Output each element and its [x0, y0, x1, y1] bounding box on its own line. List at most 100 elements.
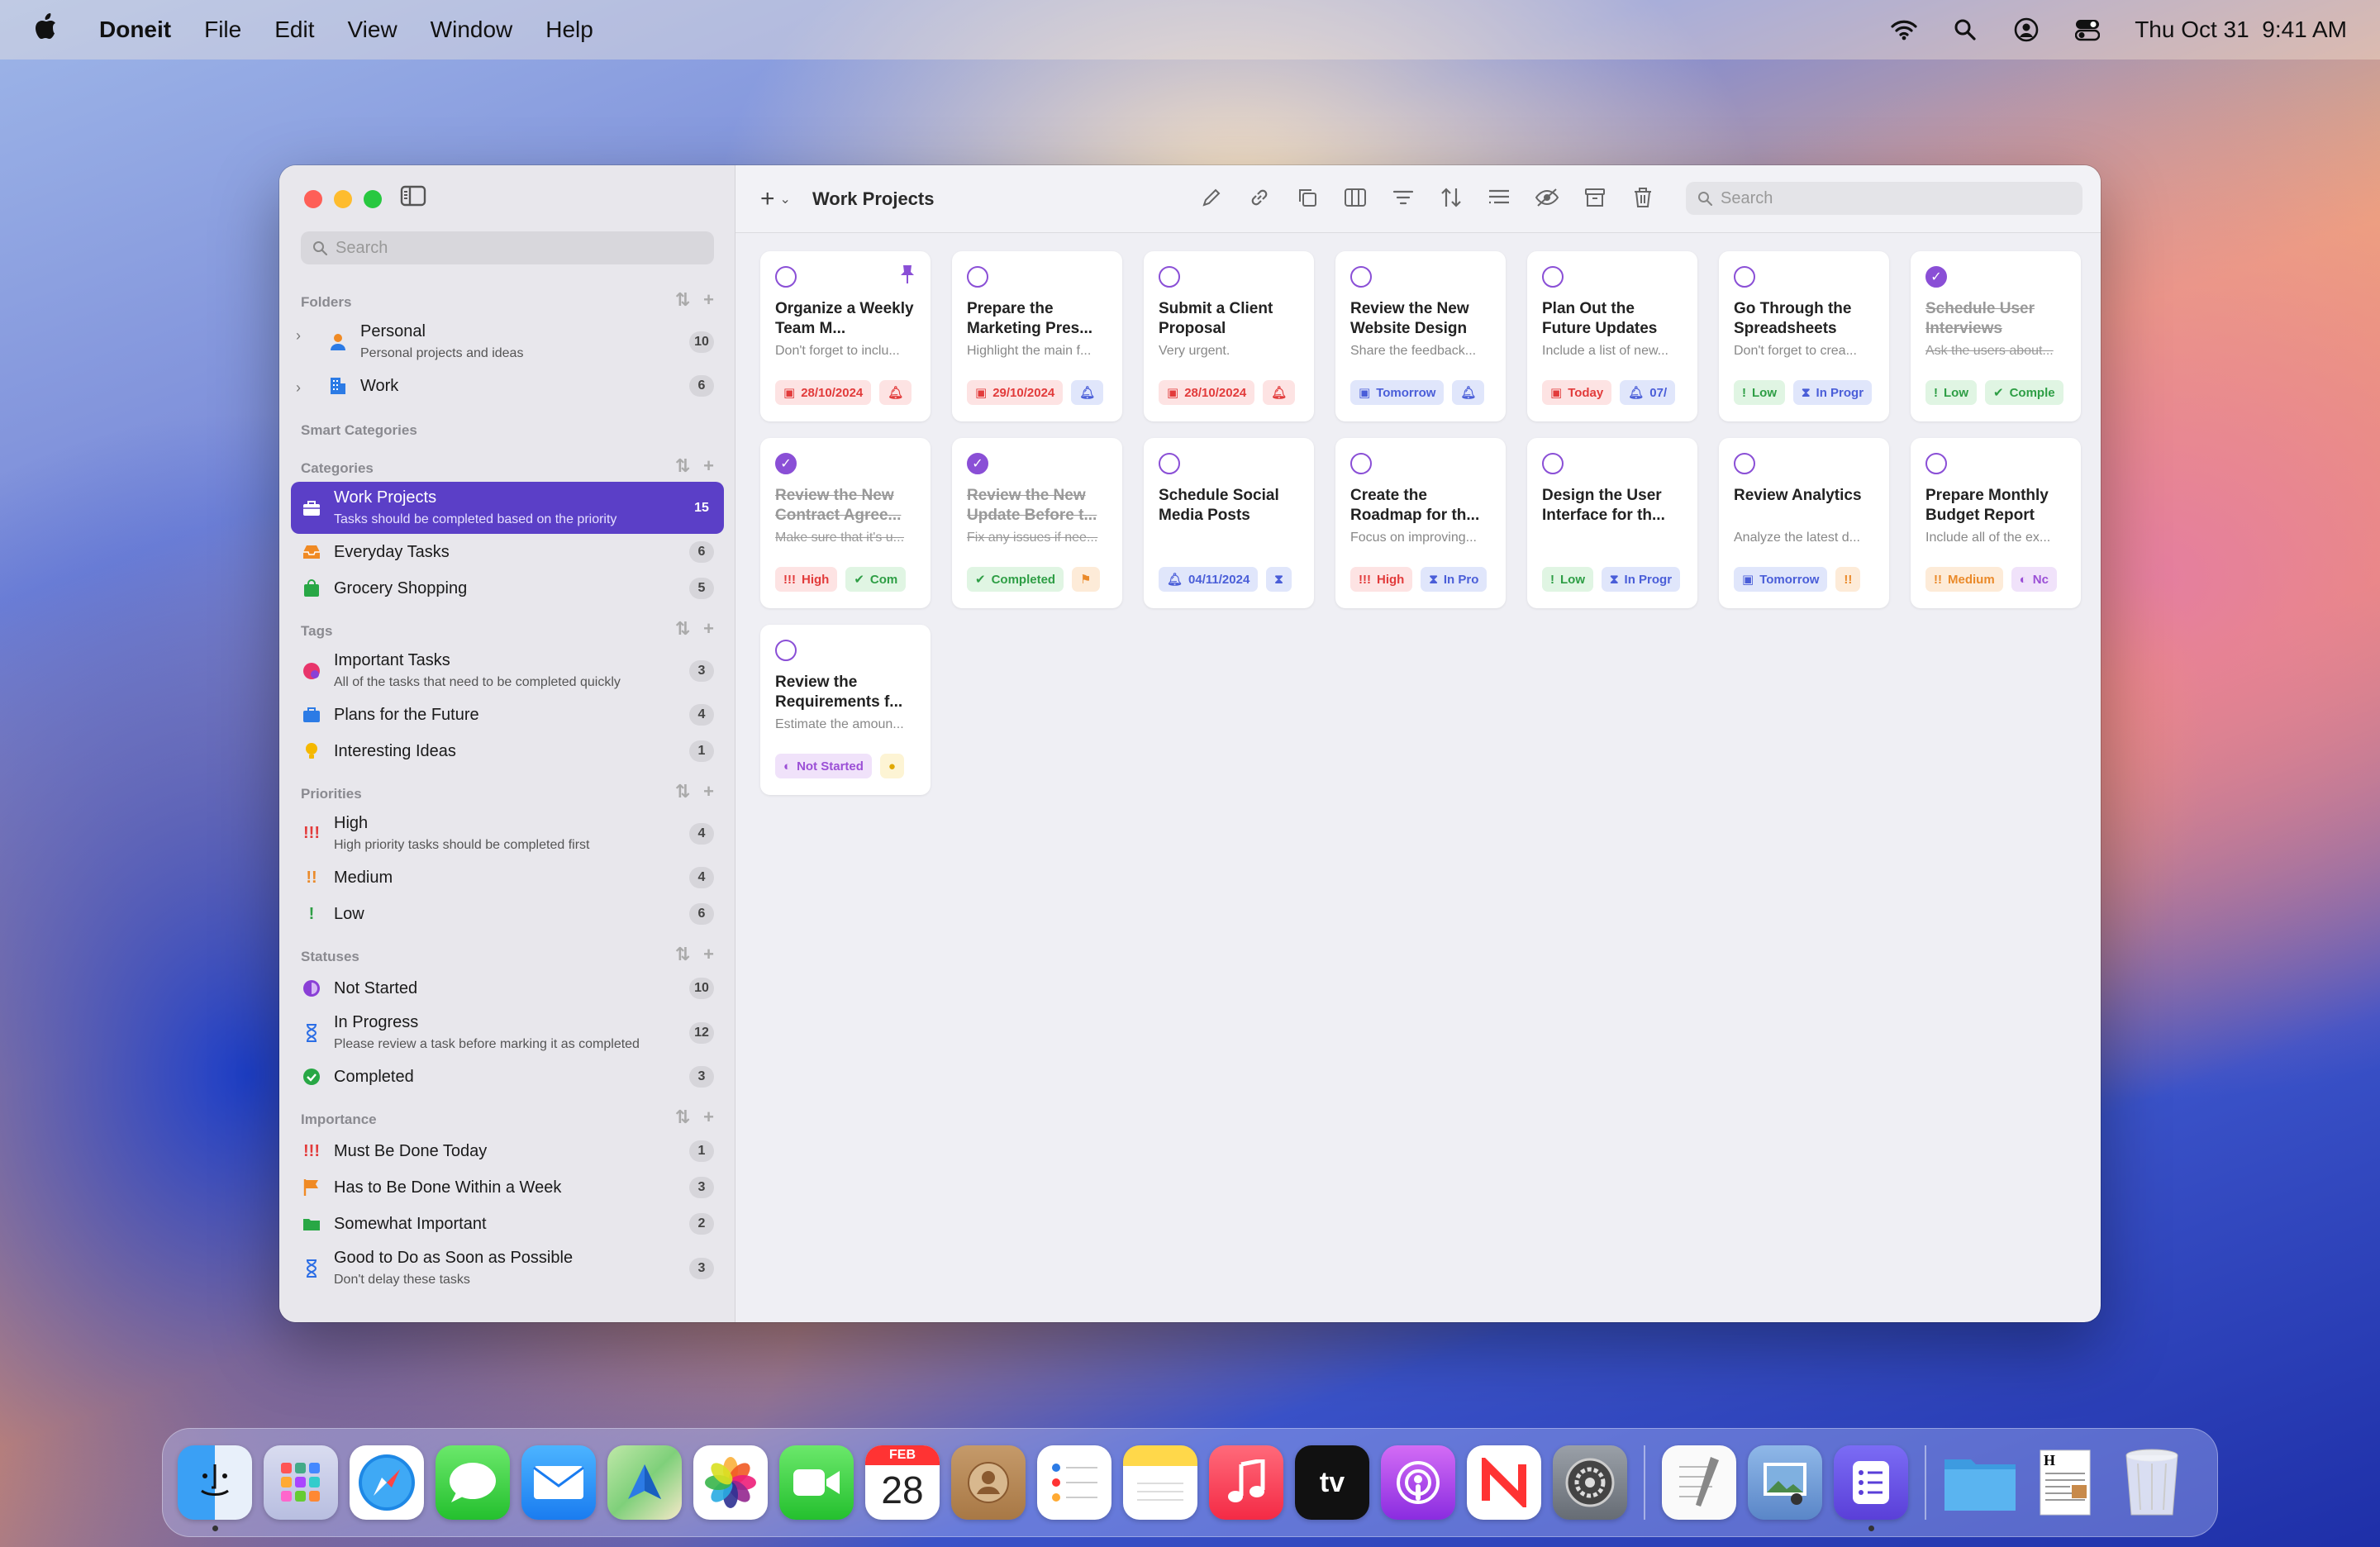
- news-icon[interactable]: [1467, 1445, 1541, 1520]
- importance-item-must-be-done-today[interactable]: !!! Must Be Done Today 1: [291, 1133, 724, 1169]
- priority-item-high[interactable]: !!! High High priority tasks should be co…: [291, 807, 724, 859]
- chevron-down-icon[interactable]: ⌄: [780, 191, 791, 207]
- control-center-icon[interactable]: [2073, 16, 2102, 44]
- task-checkbox[interactable]: [1542, 453, 1564, 474]
- importance-item-within-a-week[interactable]: Has to Be Done Within a Week 3: [291, 1169, 724, 1206]
- task-card[interactable]: Review the New Website Design Share the …: [1335, 251, 1506, 421]
- preview-icon[interactable]: [1748, 1445, 1822, 1520]
- safari-icon[interactable]: [350, 1445, 424, 1520]
- trash-bin-icon[interactable]: [2115, 1445, 2189, 1520]
- task-checkbox[interactable]: [775, 640, 797, 661]
- document-stack-icon[interactable]: H: [2029, 1445, 2103, 1520]
- sidebar-toggle-icon[interactable]: [400, 185, 426, 208]
- task-checkbox[interactable]: [1542, 266, 1564, 288]
- contacts-icon[interactable]: [951, 1445, 1026, 1520]
- trash-icon[interactable]: [1630, 183, 1656, 212]
- sort-icon[interactable]: ⇅: [675, 455, 690, 477]
- launchpad-icon[interactable]: [264, 1445, 338, 1520]
- menu-window[interactable]: Window: [431, 17, 513, 43]
- task-card[interactable]: Submit a Client Proposal Very urgent. ▣ 2…: [1144, 251, 1314, 421]
- podcasts-icon[interactable]: [1381, 1445, 1455, 1520]
- mail-icon[interactable]: [521, 1445, 596, 1520]
- priority-item-low[interactable]: ! Low 6: [291, 896, 724, 932]
- task-checkbox[interactable]: [1350, 453, 1372, 474]
- add-icon[interactable]: +: [703, 944, 714, 965]
- doneit-app-icon[interactable]: [1834, 1445, 1908, 1531]
- task-card[interactable]: Organize a Weekly Team M... Don't forget…: [760, 251, 931, 421]
- task-card[interactable]: Review the Requirements f... Estimate th…: [760, 625, 931, 795]
- category-item-grocery-shopping[interactable]: Grocery Shopping 5: [291, 570, 724, 607]
- textedit-icon[interactable]: [1662, 1445, 1736, 1520]
- sort-icon[interactable]: [1438, 183, 1464, 212]
- task-card[interactable]: Create the Roadmap for th... Focus on im…: [1335, 438, 1506, 608]
- sort-icon[interactable]: ⇅: [675, 1107, 690, 1128]
- task-checkbox[interactable]: [1159, 453, 1180, 474]
- duplicate-icon[interactable]: [1294, 183, 1321, 212]
- spotlight-search-icon[interactable]: [1951, 16, 1979, 44]
- zoom-window-button[interactable]: [364, 190, 382, 208]
- task-checkbox-checked[interactable]: ✓: [775, 453, 797, 474]
- add-icon[interactable]: +: [703, 618, 714, 640]
- add-icon[interactable]: +: [703, 455, 714, 477]
- task-checkbox[interactable]: [1925, 453, 1947, 474]
- menu-app-name[interactable]: Doneit: [99, 17, 171, 43]
- task-card[interactable]: Design the User Interface for th... ! Low…: [1527, 438, 1697, 608]
- group-icon[interactable]: [1486, 183, 1512, 212]
- wifi-icon[interactable]: [1890, 16, 1918, 44]
- filter-icon[interactable]: [1390, 183, 1416, 212]
- sort-icon[interactable]: ⇅: [675, 944, 690, 965]
- link-icon[interactable]: [1246, 183, 1273, 212]
- menu-file[interactable]: File: [204, 17, 241, 43]
- user-account-icon[interactable]: [2012, 16, 2040, 44]
- archive-icon[interactable]: [1582, 183, 1608, 212]
- folder-item-work[interactable]: › Work 6: [291, 368, 724, 404]
- task-card[interactable]: Go Through the Spreadsheets Don't forget…: [1719, 251, 1889, 421]
- apple-tv-icon[interactable]: tv: [1295, 1445, 1369, 1520]
- task-card[interactable]: Plan Out the Future Updates Include a li…: [1527, 251, 1697, 421]
- downloads-folder-icon[interactable]: [1943, 1445, 2017, 1520]
- sort-icon[interactable]: ⇅: [675, 781, 690, 802]
- tag-item-interesting-ideas[interactable]: Interesting Ideas 1: [291, 733, 724, 769]
- status-item-in-progress[interactable]: In Progress Please review a task before m…: [291, 1007, 724, 1059]
- add-task-icon[interactable]: +: [760, 185, 775, 213]
- apple-menu-icon[interactable]: [33, 12, 58, 48]
- folder-item-personal[interactable]: › Personal Personal projects and ideas 10: [291, 316, 724, 368]
- task-checkbox[interactable]: [967, 266, 988, 288]
- close-window-button[interactable]: [304, 190, 322, 208]
- add-icon[interactable]: +: [703, 781, 714, 802]
- finder-icon[interactable]: [178, 1445, 252, 1531]
- sort-icon[interactable]: ⇅: [675, 289, 690, 311]
- task-card[interactable]: Prepare Monthly Budget Report Include al…: [1911, 438, 2081, 608]
- status-item-completed[interactable]: Completed 3: [291, 1059, 724, 1095]
- priority-item-medium[interactable]: !! Medium 4: [291, 859, 724, 896]
- task-checkbox-checked[interactable]: ✓: [1925, 266, 1947, 288]
- menu-clock[interactable]: Thu Oct 31 9:41 AM: [2135, 17, 2347, 43]
- task-checkbox-checked[interactable]: ✓: [967, 453, 988, 474]
- chevron-right-icon[interactable]: ›: [296, 327, 301, 345]
- task-checkbox[interactable]: [1159, 266, 1180, 288]
- task-checkbox[interactable]: [1734, 453, 1755, 474]
- task-card[interactable]: Review Analytics Analyze the latest d...…: [1719, 438, 1889, 608]
- sidebar-search-field[interactable]: Search: [301, 231, 714, 264]
- calendar-icon[interactable]: FEB 28: [865, 1445, 940, 1520]
- main-search-field[interactable]: Search: [1686, 182, 2082, 215]
- system-settings-icon[interactable]: [1553, 1445, 1627, 1520]
- menu-view[interactable]: View: [347, 17, 397, 43]
- music-icon[interactable]: [1209, 1445, 1283, 1520]
- maps-icon[interactable]: [607, 1445, 682, 1520]
- importance-item-soon-as-possible[interactable]: Good to Do as Soon as Possible Don't dela…: [291, 1242, 724, 1294]
- photos-icon[interactable]: [693, 1445, 768, 1520]
- status-item-not-started[interactable]: Not Started 10: [291, 970, 724, 1007]
- task-card[interactable]: Schedule Social Media Posts 🔔︎ 04/11/2024…: [1144, 438, 1314, 608]
- sort-icon[interactable]: ⇅: [675, 618, 690, 640]
- reminders-icon[interactable]: [1037, 1445, 1111, 1520]
- add-icon[interactable]: +: [703, 289, 714, 311]
- minimize-window-button[interactable]: [334, 190, 352, 208]
- add-icon[interactable]: +: [703, 1107, 714, 1128]
- task-card[interactable]: Prepare the Marketing Pres... Highlight …: [952, 251, 1122, 421]
- task-checkbox[interactable]: [1734, 266, 1755, 288]
- task-checkbox[interactable]: [1350, 266, 1372, 288]
- task-card[interactable]: ✓ Schedule User Interviews Ask the users…: [1911, 251, 2081, 421]
- task-checkbox[interactable]: [775, 266, 797, 288]
- facetime-icon[interactable]: [779, 1445, 854, 1520]
